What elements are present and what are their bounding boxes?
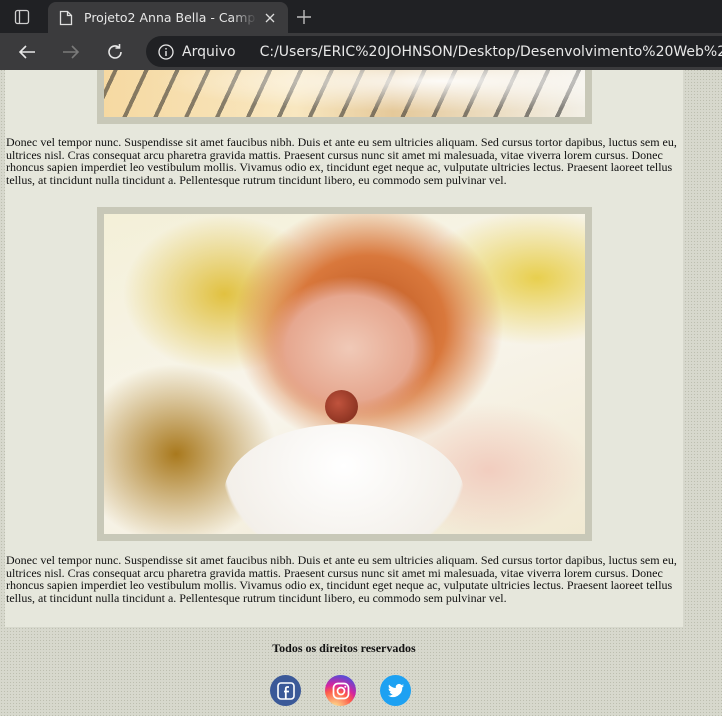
footer-rights: Todos os direitos reservados xyxy=(272,641,416,655)
info-icon[interactable] xyxy=(158,43,174,60)
back-icon[interactable] xyxy=(16,41,38,63)
campaign-photo xyxy=(104,214,585,534)
address-bar[interactable]: Arquivo C:/Users/ERIC%20JOHNSON/Desktop/… xyxy=(146,36,722,67)
tab-title: Projeto2 Anna Bella - Campanha xyxy=(84,10,257,25)
tab-actions-icon[interactable] xyxy=(10,7,34,27)
article-paragraph: Donec vel tempor nunc. Suspendisse sit a… xyxy=(6,135,677,188)
origin-label: Arquivo xyxy=(182,43,236,60)
twitter-icon[interactable] xyxy=(380,675,411,706)
active-tab[interactable]: Projeto2 Anna Bella - Campanha xyxy=(48,2,288,33)
photo-detail xyxy=(224,424,464,534)
photo-frame xyxy=(97,207,592,541)
photo-detail xyxy=(325,390,358,423)
tab-strip: Projeto2 Anna Bella - Campanha xyxy=(0,0,722,33)
photo-frame-top xyxy=(97,70,592,124)
page-viewport: Donec vel tempor nunc. Suspendisse sit a… xyxy=(0,70,722,716)
url-text[interactable]: C:/Users/ERIC%20JOHNSON/Desktop/Desenvol… xyxy=(260,44,722,60)
instagram-icon[interactable] xyxy=(325,675,356,706)
campaign-photo-top xyxy=(104,70,585,117)
browser-toolbar: Arquivo C:/Users/ERIC%20JOHNSON/Desktop/… xyxy=(0,33,722,70)
reload-icon[interactable] xyxy=(104,41,126,63)
article-paragraph: Donec vel tempor nunc. Suspendisse sit a… xyxy=(6,553,677,606)
forward-icon[interactable] xyxy=(60,41,82,63)
page-icon xyxy=(59,10,75,26)
facebook-icon[interactable] xyxy=(270,675,301,706)
article-section: Donec vel tempor nunc. Suspendisse sit a… xyxy=(5,70,683,627)
new-tab-icon[interactable] xyxy=(293,7,315,27)
close-icon[interactable] xyxy=(263,11,277,25)
